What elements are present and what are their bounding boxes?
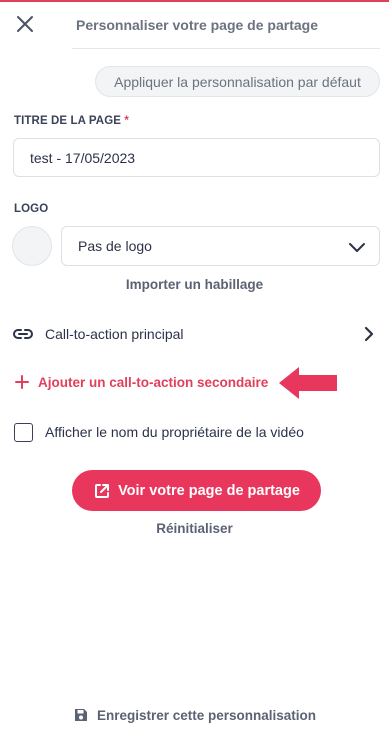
show-owner-label: Afficher le nom du propriétaire de la vi… [45,424,304,440]
external-link-icon [95,483,110,498]
panel-header: Personnaliser votre page de partage [0,2,389,48]
chevron-right-icon [364,326,374,342]
close-icon [17,16,33,32]
add-secondary-cta-link[interactable]: Ajouter un call-to-action secondaire [14,371,268,393]
logo-select[interactable]: Pas de logo [61,226,380,266]
page-title-label: TITRE DE LA PAGE * [14,115,129,127]
logo-select-value: Pas de logo [78,238,152,254]
show-owner-option[interactable]: Afficher le nom du propriétaire de la vi… [14,420,304,444]
reset-link[interactable]: Réinitialiser [0,521,389,536]
page-title-input[interactable] [13,138,380,177]
save-icon [74,709,87,721]
view-share-page-button[interactable]: Voir votre page de partage [72,470,321,511]
chevron-down-icon [349,243,365,252]
required-marker: * [124,115,129,127]
show-owner-checkbox[interactable] [14,422,33,442]
header-divider [72,48,380,49]
close-button[interactable] [12,11,38,37]
import-skin-link[interactable]: Importer un habillage [0,277,389,292]
view-share-page-label: Voir votre page de partage [118,482,300,499]
apply-default-button[interactable]: Appliquer la personnalisation par défaut [95,66,380,97]
plus-icon [15,375,29,389]
save-customization-label: Enregistrer cette personnalisation [96,707,317,723]
page-title-label-text: TITRE DE LA PAGE [14,115,122,127]
link-icon [13,329,33,339]
primary-cta-label: Call-to-action principal [45,326,184,342]
primary-cta-row[interactable]: Call-to-action principal [12,320,380,348]
logo-preview [12,226,52,266]
add-secondary-cta-label: Ajouter un call-to-action secondaire [38,374,269,390]
panel-title: Personnaliser votre page de partage [76,17,318,33]
logo-label: LOGO [14,203,49,215]
red-arrow-icon [279,367,337,399]
save-customization-button[interactable]: Enregistrer cette personnalisation [0,704,389,726]
